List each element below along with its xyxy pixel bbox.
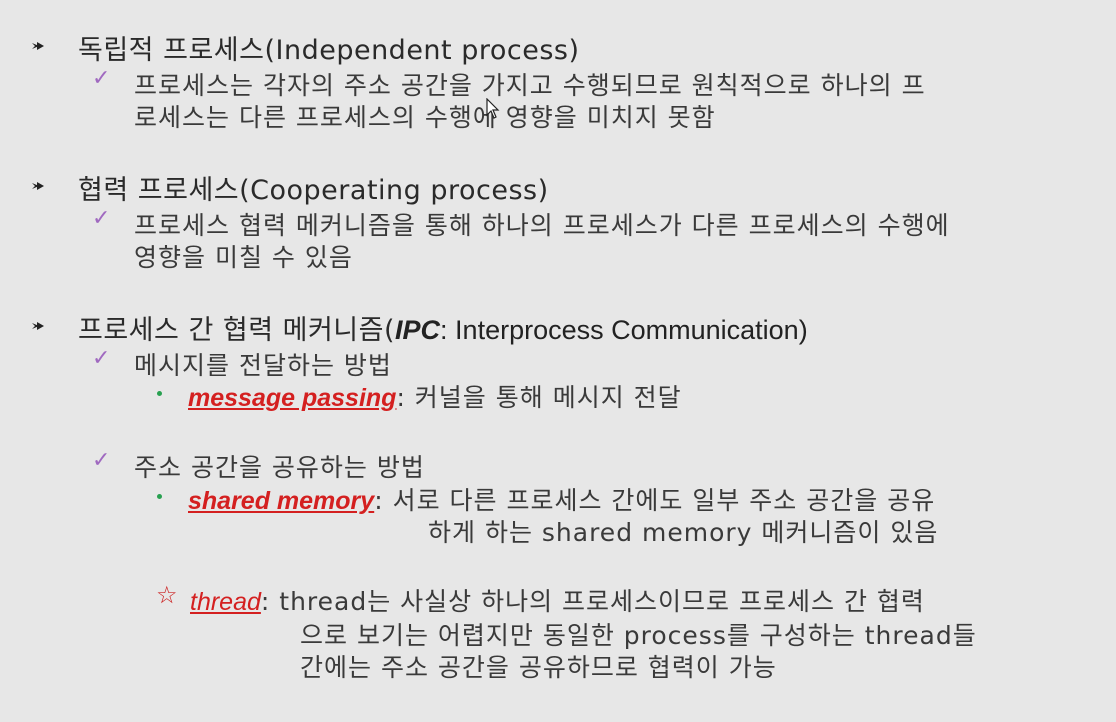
ipc-heading-suffix: : Interprocess Communication): [440, 315, 808, 345]
mouse-cursor-icon: [486, 98, 500, 119]
thread-note-line3: 간에는 주소 공간을 공유하므로 협력이 가능: [300, 653, 777, 682]
cooperating-desc-line1: 프로세스 협력 메커니즘을 통해 하나의 프로세스가 다른 프로세스의 수행에: [134, 211, 950, 240]
thread-note-line1: thread: thread는 사실상 하나의 프로세스이므로 프로세스 간 협…: [190, 582, 925, 618]
check-bullet-icon: ✓: [92, 66, 111, 91]
ipc-abbrev: IPC: [395, 315, 441, 345]
method-message-label: 메시지를 전달하는 방법: [134, 351, 392, 380]
method-shared-label: 주소 공간을 공유하는 방법: [134, 453, 425, 482]
shared-memory-desc-line1: : 서로 다른 프로세스 간에도 일부 주소 공간을 공유: [374, 486, 936, 515]
cooperating-desc-line2: 영향을 미칠 수 있음: [134, 243, 353, 272]
dot-bullet-icon: [157, 494, 162, 499]
ipc-heading-prefix: 프로세스 간 협력 메커니즘(: [78, 315, 396, 346]
arrow-bullet-icon: [32, 182, 44, 190]
thread-keyword: thread: [190, 588, 261, 616]
arrow-bullet-icon: [32, 322, 44, 330]
section-heading-cooperating: 협력 프로세스(Cooperating process): [78, 175, 549, 206]
dot-bullet-icon: [157, 391, 162, 396]
check-bullet-icon: ✓: [92, 346, 111, 371]
thread-desc-line1: : thread는 사실상 하나의 프로세스이므로 프로세스 간 협력: [260, 587, 925, 616]
message-passing-keyword: message passing: [188, 384, 397, 412]
star-icon: ☆: [156, 581, 178, 609]
thread-note-line2: 으로 보기는 어렵지만 동일한 process를 구성하는 thread들: [300, 621, 977, 650]
check-bullet-icon: ✓: [92, 206, 111, 231]
message-passing-desc: : 커널을 통해 메시지 전달: [396, 383, 682, 412]
section-heading-independent: 독립적 프로세스(Independent process): [78, 35, 580, 66]
independent-desc-line2: 로세스는 다른 프로세스의 수행에 영향을 미치지 못함: [134, 103, 716, 132]
message-passing-item: message passing: 커널을 통해 메시지 전달: [188, 378, 682, 414]
slide: 독립적 프로세스(Independent process) ✓ 프로세스는 각자…: [0, 0, 1116, 722]
shared-memory-item: shared memory: 서로 다른 프로세스 간에도 일부 주소 공간을 …: [188, 481, 935, 517]
independent-desc-line1: 프로세스는 각자의 주소 공간을 가지고 수행되므로 원칙적으로 하나의 프: [134, 71, 926, 100]
shared-memory-keyword: shared memory: [188, 487, 375, 515]
section-heading-ipc: 프로세스 간 협력 메커니즘(IPC: Interprocess Communi…: [78, 308, 808, 347]
check-bullet-icon: ✓: [92, 448, 111, 473]
arrow-bullet-icon: [32, 42, 44, 50]
shared-memory-desc-line2: 하게 하는 shared memory 메커니즘이 있음: [428, 518, 939, 547]
